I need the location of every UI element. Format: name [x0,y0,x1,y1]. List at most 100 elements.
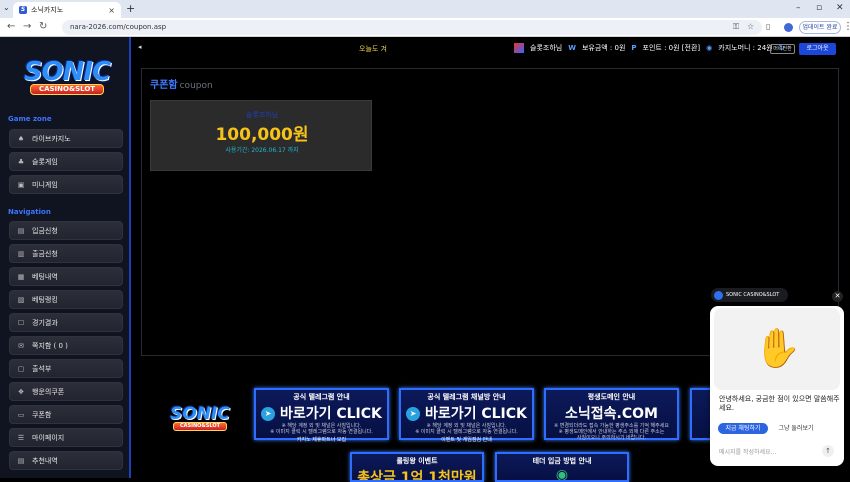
footer-logo-text: SONIC [170,404,230,424]
banner-heading: 롤링왕 이벤트 [396,457,438,465]
sidebar-item-label: 라이브카지노 [32,134,71,143]
user-info: 슬롯조하님 W 보유금액 : 0원 P 포인트 : 0원 [전환] ◉ 카지노머… [514,43,784,53]
sidebar-item-label: 마이페이지 [32,433,65,442]
site-logo[interactable]: SONIC CASINO&SLOT [12,57,122,97]
sidebar-item-label: 베팅내역 [32,272,58,281]
chat-brand-tag[interactable]: SONIC CASINO&SLOT [711,288,788,302]
banner-heading: 공식 텔레그램 안내 [293,393,350,401]
banner-heading: 공식 텔레그램 채널방 안내 [427,393,506,401]
chat-close-icon[interactable]: ✕ [832,291,843,302]
minimize-icon[interactable]: – [796,3,801,13]
sidebar-item-deposit[interactable]: ▤ 입금신청 [9,221,123,240]
back-icon[interactable]: ← [7,21,15,32]
sidebar-item-label: 경기결과 [32,318,58,327]
banner-footer: 카지노 제휴파트너 모집 [296,437,347,443]
sidebar-item-label: 쪽지함 ( 0 ) [32,341,68,350]
telegram-banner[interactable]: 공식 텔레그램 안내 ➤ 바로가기 CLICK ※ 해당 계정 외 및 채널은 … [254,388,389,443]
banner-line: ※ 이미지 클릭 시 텔레그램으로 자동 연결됩니다. [270,429,373,435]
browser-menu-icon[interactable]: ⋮ [843,21,850,32]
sidebar: SONIC CASINO&SLOT Game zone ♠ 라이브카지노 ♣ 슬롯게… [0,37,131,478]
holding-amount: 보유금액 : 0원 [581,44,626,52]
footer-logo[interactable]: SONIC CASINO&SLOT [161,404,239,434]
page-title-ko: 쿠폰함 [150,80,178,91]
tether-icon: ◉ [555,467,569,482]
sidebar-item-coupon[interactable]: ▭ 쿠폰함 [9,405,123,424]
browse-button[interactable]: 그냥 둘러보기 [772,423,820,434]
chat-message-input[interactable]: 메시지를 작성하세요... [719,447,776,456]
domain-banner[interactable]: 평생도메인 안내 소닉접속.COM ※ 변경되더라도 접속 가능한 평생주소를 … [544,388,679,441]
sidebar-item-results[interactable]: ☐ 경기결과 [9,313,123,332]
sidebar-item-ranking[interactable]: ▧ 베팅랭킹 [9,290,123,309]
coupon-expiry: 사용기간: 2026.06.17 까지 [225,147,299,154]
chat-brand-name: SONIC CASINO&SLOT [726,292,780,298]
logo-text: SONIC [23,57,111,87]
site-favicon-icon: S [19,6,27,14]
coupon-label: 슬롯조하님 [245,111,279,119]
chat-now-button[interactable]: 지금 채팅하기 [718,423,768,434]
sidebar-item-label: 추천내역 [32,456,58,465]
banner-big-text: ➤ 바로가기 CLICK [256,403,387,423]
banner-heading: 테더 입금 방법 안내 [532,457,592,465]
message-icon: ✉ [18,341,24,350]
lucky-coupon-icon: ❖ [17,387,25,396]
sidebar-item-label: 입금신청 [32,226,58,235]
url-text: nara-2026.com/coupon.asp [70,23,167,31]
tab-search-icon[interactable]: ⌄ [3,3,10,12]
bookmark-star-icon[interactable]: ☆ [747,22,754,31]
today-marquee: 오늘도 겨 [359,45,387,53]
tab-close-icon[interactable]: × [108,6,115,15]
sidebar-item-messages[interactable]: ✉ 쪽지함 ( 0 ) [9,336,123,355]
money-transfer-button[interactable]: 머니전환 [770,44,795,54]
coupon-card[interactable]: 슬롯조하님 100,000원 사용기간: 2026.06.17 까지 [150,100,372,171]
chat-greeting-image: ✋ [714,308,840,390]
url-input[interactable]: nara-2026.com/coupon.asp [62,20,762,35]
telegram-channel-banner[interactable]: 공식 텔레그램 채널방 안내 ➤ 바로가기 CLICK ※ 해당 계정 외 및 … [399,388,534,443]
partial-banner[interactable] [690,388,712,440]
sidebar-item-label: 행운의쿠폰 [32,387,65,396]
tab-title: 소닉카지노 [31,6,64,14]
update-button[interactable]: 업데이트 완료 [799,21,841,34]
browser-tab[interactable]: S 소닉카지노 × [13,2,121,18]
new-tab-button[interactable]: + [126,2,135,15]
sidebar-item-slot[interactable]: ♣ 슬롯게임 [9,152,123,171]
sidebar-item-label: 출금신청 [32,249,58,258]
sidebar-item-referral[interactable]: ▤ 추천내역 [9,451,123,470]
banner-cta: 바로가기 CLICK [279,406,382,422]
level-badge-icon [514,43,524,53]
page-title: 쿠폰함 coupon [150,76,213,91]
sidebar-item-label: 출석부 [32,364,52,373]
banner-big-text: ➤ 바로가기 CLICK [401,403,532,423]
profile-avatar[interactable] [784,23,793,32]
waving-hand-icon: ✋ [754,326,802,370]
deposit-icon: ▤ [17,226,25,235]
logo-subtext: CASINO&SLOT [30,84,104,95]
point-amount[interactable]: 포인트 : 0원 [전환] [643,43,701,53]
telegram-icon: ➤ [261,407,276,421]
telegram-icon: ➤ [406,407,421,421]
logout-button[interactable]: 로그아웃 [799,43,836,55]
sidebar-item-withdraw[interactable]: ▥ 출금신청 [9,244,123,263]
won-icon: W [568,44,576,52]
attendance-icon: ▢ [17,364,25,373]
sidebar-item-lucky-coupon[interactable]: ❖ 행운의쿠폰 [9,382,123,401]
sidebar-item-label: 베팅랭킹 [32,295,58,304]
casino-money: 카지노머니 : 24원 [718,44,773,52]
sidebar-item-live-casino[interactable]: ♠ 라이브카지노 [9,129,123,148]
sidebar-item-mini-game[interactable]: ▣ 미니게임 [9,175,123,194]
key-icon[interactable]: ⚿ [733,22,739,32]
forward-icon[interactable]: → [23,21,31,32]
maximize-icon[interactable]: ▫ [816,3,822,13]
window-close-icon[interactable]: ✕ [836,3,844,13]
reload-icon[interactable]: ↻ [39,21,47,32]
banner-line: ※ 이미지 클릭 시 텔레그램으로 자동 연결됩니다. [415,429,518,435]
extensions-icon[interactable]: ▯ [766,22,770,31]
sidebar-item-attendance[interactable]: ▢ 출석부 [9,359,123,378]
speaker-icon[interactable]: ◂ [138,43,142,51]
sidebar-item-bet-history[interactable]: ▦ 베팅내역 [9,267,123,286]
referral-icon: ▤ [17,456,25,465]
send-icon[interactable]: ↑ [822,445,834,457]
cards-icon: ♠ [17,134,25,143]
page-title-en: coupon [179,81,213,91]
bet-history-icon: ▦ [17,272,25,281]
sidebar-item-mypage[interactable]: ☰ 마이페이지 [9,428,123,447]
